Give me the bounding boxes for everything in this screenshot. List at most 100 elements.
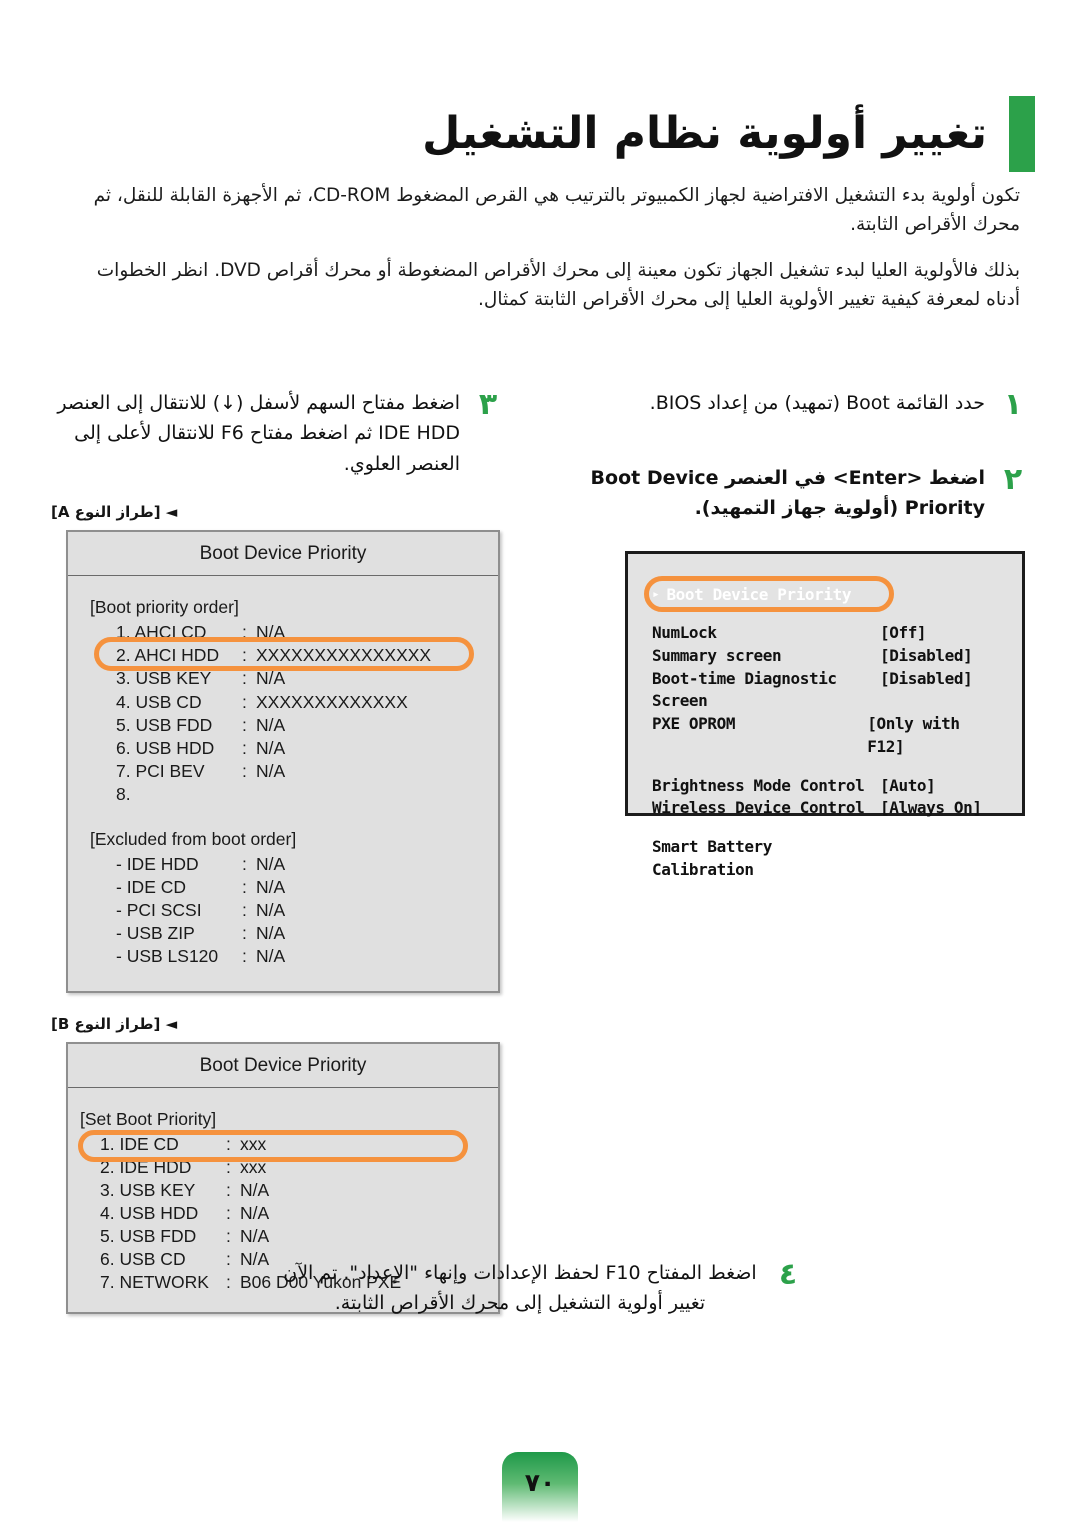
bios-a-row[interactable]: 8. [68,783,498,806]
bios-row-label: Boot-time Diagnostic Screen [652,668,837,711]
bios-a-excluded-key: - IDE HDD [116,854,199,875]
bios-b-row-value: N/A [240,1249,270,1270]
step-3-number: ٣ [478,387,498,422]
bios-a-row-sep: : [242,760,247,781]
bios-b-row-key: 3. USB KEY [100,1179,196,1200]
bios-a-excluded-value: N/A [256,877,286,898]
bios-a-row-sep: : [242,737,247,758]
bios-b-row-value: xxx [240,1156,267,1177]
bios-a-row-sep: : [242,714,247,735]
bios-a-row[interactable]: 4. USB CD : XXXXXXXXXXXXX [68,691,498,714]
step-4-text: اضغط المفتاح F10 لحفظ الإعدادات وإنهاء "… [283,1262,757,1315]
step-1-number: ١ [1003,387,1023,422]
bios-a-excluded-key: - IDE CD [116,877,186,898]
step-2-number: ٢ [1003,461,1023,497]
bios-a-row-key: 2. AHCI HDD [116,645,220,666]
bios-a-row[interactable]: 1. AHCI CD : N/A [68,621,498,644]
bios-b-row-value: N/A [240,1226,270,1247]
step-2: ٢ اضغط <Enter> في العنصر Boot Device Pri… [585,463,1025,524]
variant-a-caption: ◄ [طراز النوع A] [51,503,178,522]
step-4-number: ٤ [778,1257,798,1292]
bios-b-row[interactable]: 2. IDE HDD : xxx [68,1156,498,1179]
bios-a-row-value: XXXXXXXXXXXXX [256,691,408,712]
bios-a-row-key: 3. USB KEY [116,668,212,689]
bios-b-row[interactable]: 4. USB HDD : N/A [68,1202,498,1225]
bios-a-excluded-value: N/A [256,923,286,944]
bios-a-row-value: N/A [256,714,286,735]
bios-a-excluded-value: N/A [256,946,286,967]
bios-b-row-key: 6. USB CD [100,1249,186,1270]
bios-a-row[interactable]: 2. AHCI HDD : XXXXXXXXXXXXXXX [68,644,498,667]
bios-b-row-key: 1. IDE CD [100,1133,179,1154]
bios-a-excluded-sep: : [242,877,247,898]
bios-row[interactable]: Brightness Mode Control [Auto] [652,775,998,798]
bios-b-row-sep: : [226,1202,231,1223]
bios-row[interactable]: Summary screen [Disabled] [652,645,998,668]
step-3-text: اضغط مفتاح السهم لأسفل (↓) للانتقال إلى … [57,392,460,475]
bios-row[interactable]: NumLock [Off] [652,622,998,645]
bios-a-row-key: 7. PCI BEV [116,760,205,781]
bios-a-section-gap [68,806,498,828]
title-accent-bar [1009,96,1035,172]
bios-a-section-2-head: [Excluded from boot order] [90,829,297,850]
bios-b-row[interactable]: 3. USB KEY : N/A [68,1179,498,1202]
bios-b-row-value: xxx [240,1133,267,1154]
bios-menu-item-boot-device-priority[interactable]: ▸ Boot Device Priority [644,576,998,613]
variant-b-caption: ◄ [طراز النوع B] [51,1014,178,1033]
bios-a-row[interactable]: 7. PCI BEV : N/A [68,760,498,783]
bios-a-row-sep [242,783,256,806]
bios-a-excluded-row[interactable]: - USB LS120 : N/A [68,945,498,968]
bios-b-row-key: 2. IDE HDD [100,1156,192,1177]
bios-a-row[interactable]: 3. USB KEY : N/A [68,667,498,690]
step-4-wrapper: ٤ اضغط المفتاح F10 لحفظ الإعدادات وإنهاء… [280,1258,800,1319]
bios-a-excluded-row[interactable]: - PCI SCSI : N/A [68,899,498,922]
bios-a-row-value: N/A [256,737,286,758]
bios-a-row-value: N/A [256,668,286,689]
bios-b-row-sep: : [226,1156,231,1177]
intro-section: تكون أولوية بدء التشغيل الافتراضية لجهاز… [60,182,1020,315]
bios-a-row-key: 5. USB FDD [116,714,213,735]
bios-row-label: Brightness Mode Control [652,775,865,795]
right-column: ١ حدد القائمة Boot (تمهيد) من إعداد BIOS… [585,387,1025,879]
bios-a-row-key: 4. USB CD [116,691,202,712]
triangle-bullet-icon: ▸ [652,586,660,602]
bios-row[interactable]: PXE OPROM [Only with F12] [652,713,998,758]
page-title: تغيير أولوية نظام التشغيل [422,107,987,159]
bios-a-row-sep: : [242,668,247,689]
bios-a-row-value: XXXXXXXXXXXXXXX [256,645,432,666]
bios-row[interactable]: Smart Battery Calibration [652,836,998,881]
bios-a-row-key: 8. [116,783,131,804]
bios-b-row[interactable]: 1. IDE CD : xxx [68,1133,498,1156]
bios-a-excluded-row[interactable]: - IDE CD : N/A [68,876,498,899]
bios-b-section-head: [Set Boot Priority] [80,1108,217,1129]
bios-screen-variant-a: Boot Device Priority [Boot priority orde… [66,530,500,993]
bios-b-row-value: N/A [240,1202,270,1223]
bios-a-row-sep: : [242,622,247,643]
bios-row-gap [652,759,998,775]
bios-row-label: Wireless Device Control [652,798,865,818]
bios-a-row-value: N/A [256,622,286,643]
bios-a-excluded-key: - USB ZIP [116,923,195,944]
step-2-line-2: Priority (أولوية جهاز التمهيد). [694,496,985,519]
bios-b-row[interactable]: 5. USB FDD : N/A [68,1225,498,1248]
bios-a-excluded-sep: : [242,946,247,967]
bios-row[interactable]: Wireless Device Control [Always On] [652,797,998,820]
step-2-text: اضغط <Enter> في العنصر Boot Device Prior… [585,463,985,524]
bios-row-value: [Auto] [880,775,936,795]
bios-a-row-sep: : [242,645,247,666]
bios-a-excluded-sep: : [242,854,247,875]
bios-a-excluded-row[interactable]: - USB ZIP : N/A [68,922,498,945]
bios-b-row-sep: : [226,1179,231,1200]
bios-a-content: [Boot priority order] 1. AHCI CD : N/A 2… [68,576,498,990]
bios-a-excluded-key: - USB LS120 [116,946,219,967]
bios-row[interactable]: Boot-time Diagnostic Screen [Disabled] [652,668,998,713]
bios-a-section-1-head: [Boot priority order] [90,597,239,618]
bios-row-value: [Only with F12] [867,714,960,756]
bios-a-row-key: 6. USB HDD [116,737,215,758]
step-3: ٣ اضغط مفتاح السهم لأسفل (↓) للانتقال إل… [45,388,500,479]
bios-b-row-value: N/A [240,1179,270,1200]
bios-a-row[interactable]: 6. USB HDD : N/A [68,737,498,760]
intro-paragraph-1: تكون أولوية بدء التشغيل الافتراضية لجهاز… [93,185,1020,235]
bios-a-excluded-row[interactable]: - IDE HDD : N/A [68,853,498,876]
bios-a-row[interactable]: 5. USB FDD : N/A [68,714,498,737]
